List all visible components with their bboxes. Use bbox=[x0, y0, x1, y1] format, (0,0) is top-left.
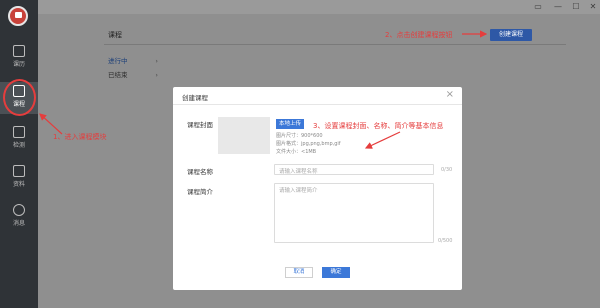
layers-icon bbox=[13, 165, 25, 177]
course-highlight-circle bbox=[3, 79, 36, 116]
annotation-step1: 1、进入课程模块 bbox=[53, 133, 107, 141]
hint-format: 图片格式：jpg,png,bmp,gif bbox=[276, 141, 341, 147]
maximize-icon[interactable]: ☐ bbox=[571, 2, 581, 12]
close-icon[interactable]: ✕ bbox=[588, 2, 598, 12]
screen-icon[interactable]: ▭ bbox=[533, 2, 543, 12]
chevron-right-icon: › bbox=[155, 71, 158, 79]
course-intro-textarea[interactable]: 请输入课程简介 bbox=[274, 183, 434, 243]
hint-filesize: 文件大小：<1MB bbox=[276, 149, 317, 155]
create-course-dialog: 创建课程 × 课程封面 本地上传 图片尺寸：900*600 图片格式：jpg,p… bbox=[173, 87, 462, 290]
sidebar-item-test[interactable]: 检测 bbox=[0, 123, 38, 155]
page-title: 课程 bbox=[108, 31, 122, 39]
dialog-title: 创建课程 bbox=[182, 94, 208, 102]
cancel-button[interactable]: 取消 bbox=[285, 267, 313, 278]
sidebar-item-messages[interactable]: 消息 bbox=[0, 201, 38, 233]
dialog-header: 创建课程 × bbox=[173, 87, 462, 105]
course-name-input[interactable]: 请输入课程名称 bbox=[274, 164, 434, 175]
cover-label: 课程封面 bbox=[187, 121, 213, 129]
app-logo bbox=[8, 6, 28, 26]
hint-size: 图片尺寸：900*600 bbox=[276, 133, 323, 139]
tab-in-progress[interactable]: 进行中 › bbox=[108, 55, 158, 67]
upload-button[interactable]: 本地上传 bbox=[276, 119, 304, 129]
sidebar-item-label: 课历 bbox=[12, 61, 25, 68]
sidebar-item-materials[interactable]: 资料 bbox=[0, 162, 38, 194]
name-counter: 0/30 bbox=[441, 167, 453, 173]
tab-finished[interactable]: 已结束 › bbox=[108, 69, 158, 81]
sidebar: 课历 课程 检测 资料 消息 bbox=[0, 0, 38, 308]
grid-icon bbox=[13, 126, 25, 138]
chevron-right-icon: › bbox=[155, 57, 158, 65]
sidebar-item-label: 资料 bbox=[12, 181, 25, 188]
intro-counter: 0/500 bbox=[438, 238, 453, 244]
sidebar-item-label: 消息 bbox=[12, 220, 25, 227]
cover-preview bbox=[218, 117, 270, 154]
tab-label: 进行中 bbox=[108, 57, 128, 65]
window-titlebar: ▭ — ☐ ✕ bbox=[38, 0, 600, 14]
header-divider bbox=[104, 44, 566, 45]
annotation-step3: 3、设置课程封面、名称、简介等基本信息 bbox=[313, 122, 444, 130]
sidebar-item-calendar[interactable]: 课历 bbox=[0, 42, 38, 74]
tab-label: 已结束 bbox=[108, 71, 128, 79]
close-icon[interactable]: × bbox=[446, 90, 454, 100]
minimize-icon[interactable]: — bbox=[553, 2, 563, 12]
confirm-button[interactable]: 确定 bbox=[322, 267, 350, 278]
sidebar-item-label: 检测 bbox=[12, 142, 25, 149]
intro-label: 课程简介 bbox=[187, 188, 213, 196]
calendar-icon bbox=[13, 45, 25, 57]
annotation-step2: 2、点击创建课程按钮 bbox=[385, 31, 453, 39]
name-label: 课程名称 bbox=[187, 168, 213, 176]
create-course-button[interactable]: 创建课程 bbox=[490, 29, 532, 41]
message-icon bbox=[13, 204, 25, 216]
